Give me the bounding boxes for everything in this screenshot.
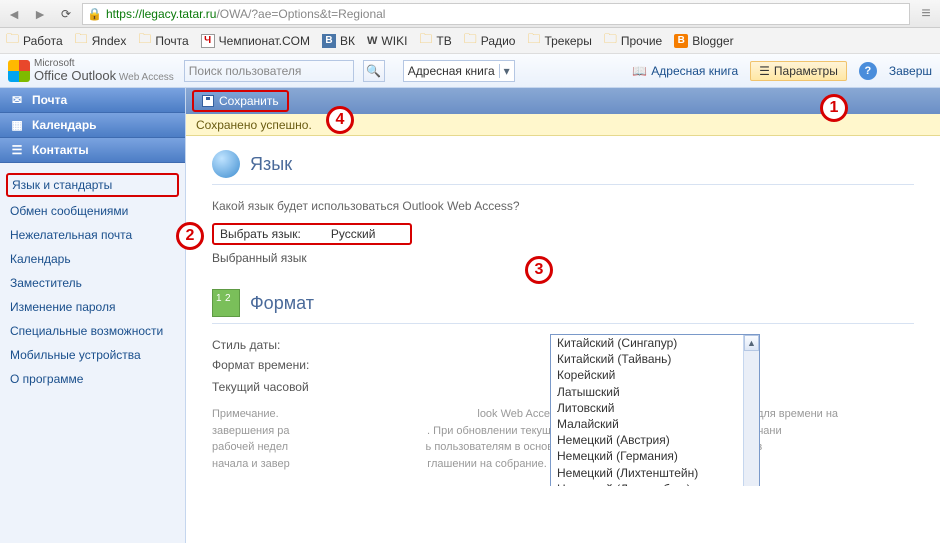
- search-button[interactable]: 🔍: [363, 60, 385, 82]
- language-option[interactable]: Латышский: [551, 384, 743, 400]
- url-path: /OWA/?ae=Options&t=Regional: [216, 7, 385, 21]
- bookmark-rabota[interactable]: 🗀Работа: [6, 30, 63, 52]
- browser-menu-button[interactable]: ≡: [916, 5, 936, 23]
- scrollbar[interactable]: ▲ ▼: [743, 335, 759, 486]
- language-select-value: Русский: [331, 227, 376, 241]
- current-language-label: Выбранный язык: [212, 251, 322, 265]
- language-option[interactable]: Немецкий (Германия): [551, 448, 743, 464]
- lock-icon: 🔒: [87, 7, 102, 21]
- language-option[interactable]: Немецкий (Люксембург): [551, 481, 743, 486]
- browser-toolbar: ◄ ► ⟳ 🔒 https://legacy.tatar.ru/OWA/?ae=…: [0, 0, 940, 28]
- address-book-link[interactable]: 📖Адресная книга: [632, 64, 738, 78]
- reload-button[interactable]: ⟳: [56, 4, 76, 24]
- owa-header: Microsoft Office Outlook Web Access Поис…: [0, 54, 940, 88]
- sidebar-link-about[interactable]: О программе: [0, 367, 185, 391]
- help-button[interactable]: ?: [859, 62, 877, 80]
- timezone-label: Текущий часовой: [212, 380, 322, 394]
- brand-main: Office Outlook: [34, 68, 116, 83]
- vk-icon: B: [322, 34, 336, 48]
- sidebar: ✉Почта ▦Календарь ☰Контакты Язык и станд…: [0, 88, 186, 543]
- language-select-label: Выбрать язык:: [220, 227, 301, 241]
- sidebar-contacts[interactable]: ☰Контакты: [0, 138, 185, 163]
- champ-icon: Ч: [201, 34, 215, 48]
- sidebar-link-mobile[interactable]: Мобильные устройства: [0, 343, 185, 367]
- mail-icon: ✉: [10, 93, 24, 107]
- bookmark-pochta[interactable]: 🗀Почта: [138, 30, 188, 52]
- language-dropdown-list[interactable]: Китайский (Сингапур)Китайский (Тайвань)К…: [550, 334, 760, 486]
- contacts-icon: ☰: [10, 143, 24, 157]
- folder-icon: 🗀: [138, 30, 151, 52]
- sidebar-mail[interactable]: ✉Почта: [0, 88, 185, 113]
- sidebar-link-regional[interactable]: Язык и стандарты: [6, 173, 179, 197]
- wiki-icon: W: [367, 35, 377, 47]
- date-style-label: Стиль даты:: [212, 338, 322, 352]
- bookmark-blogger[interactable]: BBlogger: [674, 34, 733, 48]
- language-option[interactable]: Немецкий (Лихтенштейн): [551, 465, 743, 481]
- format-heading: Формат: [250, 293, 314, 314]
- language-option[interactable]: Малайский: [551, 416, 743, 432]
- language-option[interactable]: Литовский: [551, 400, 743, 416]
- callout-2: 2: [176, 222, 204, 250]
- content-area: Сохранить Сохранено успешно. Язык Какой …: [186, 88, 940, 543]
- options-button[interactable]: ☰Параметры: [750, 61, 847, 81]
- bookmark-yandex[interactable]: 🗀Яndex: [75, 30, 127, 52]
- office-icon: [8, 60, 30, 82]
- language-option[interactable]: Китайский (Сингапур): [551, 335, 743, 351]
- calendar-icon: ▦: [10, 118, 24, 132]
- folder-icon: 🗀: [527, 30, 540, 52]
- folder-icon: 🗀: [75, 30, 88, 52]
- section-language: Язык: [212, 150, 914, 185]
- bookmark-radio[interactable]: 🗀Радио: [464, 30, 516, 52]
- blogger-icon: B: [674, 34, 688, 48]
- address-bar[interactable]: 🔒 https://legacy.tatar.ru/OWA/?ae=Option…: [82, 3, 910, 25]
- book-icon: 📖: [632, 64, 647, 78]
- language-desc: Какой язык будет использоваться Outlook …: [212, 199, 914, 213]
- user-search-input[interactable]: Поиск пользователя: [184, 60, 354, 82]
- bookmarks-bar: 🗀Работа 🗀Яndex 🗀Почта ЧЧемпионат.COM BВК…: [0, 28, 940, 54]
- forward-button: ►: [30, 4, 50, 24]
- language-option[interactable]: Китайский (Тайвань): [551, 351, 743, 367]
- language-heading: Язык: [250, 154, 292, 175]
- language-option[interactable]: Корейский: [551, 367, 743, 383]
- scroll-up-button[interactable]: ▲: [744, 335, 759, 351]
- language-select[interactable]: Выбрать язык: Русский: [212, 223, 412, 245]
- date-format-icon: [212, 289, 240, 317]
- back-button[interactable]: ◄: [4, 4, 24, 24]
- bookmark-wiki[interactable]: WWIKI: [367, 34, 407, 48]
- callout-4: 4: [326, 106, 354, 134]
- sidebar-calendar[interactable]: ▦Календарь: [0, 113, 185, 138]
- folder-icon: 🗀: [604, 30, 617, 52]
- save-button[interactable]: Сохранить: [192, 90, 289, 112]
- owa-logo: Microsoft Office Outlook Web Access: [8, 59, 174, 83]
- language-option[interactable]: Немецкий (Австрия): [551, 432, 743, 448]
- url-host: https://legacy.tatar.ru: [106, 7, 217, 21]
- callout-1: 1: [820, 94, 848, 122]
- globe-icon: [212, 150, 240, 178]
- bookmark-other[interactable]: 🗀Прочие: [604, 30, 662, 52]
- sidebar-link-accessibility[interactable]: Специальные возможности: [0, 319, 185, 343]
- sidebar-link-deputy[interactable]: Заместитель: [0, 271, 185, 295]
- callout-3: 3: [525, 256, 553, 284]
- sidebar-link-junk[interactable]: Нежелательная почта: [0, 223, 185, 247]
- bookmark-tv[interactable]: 🗀ТВ: [419, 30, 451, 52]
- bookmark-championat[interactable]: ЧЧемпионат.COM: [201, 34, 310, 48]
- folder-icon: 🗀: [419, 30, 432, 52]
- save-icon: [202, 95, 214, 107]
- section-format: Формат: [212, 289, 914, 324]
- sidebar-link-messaging[interactable]: Обмен сообщениями: [0, 199, 185, 223]
- logout-link[interactable]: Заверш: [889, 64, 932, 78]
- sidebar-link-calendar[interactable]: Календарь: [0, 247, 185, 271]
- chevron-down-icon: ▾: [499, 64, 510, 78]
- bookmark-vk[interactable]: BВК: [322, 34, 355, 48]
- folder-icon: 🗀: [464, 30, 477, 52]
- address-book-select[interactable]: Адресная книга ▾: [403, 60, 515, 82]
- list-icon: ☰: [759, 64, 770, 78]
- folder-icon: 🗀: [6, 30, 19, 52]
- time-format-label: Формат времени:: [212, 358, 322, 372]
- bookmark-trackers[interactable]: 🗀Трекеры: [527, 30, 591, 52]
- brand-sub: Web Access: [119, 72, 174, 83]
- sidebar-link-password[interactable]: Изменение пароля: [0, 295, 185, 319]
